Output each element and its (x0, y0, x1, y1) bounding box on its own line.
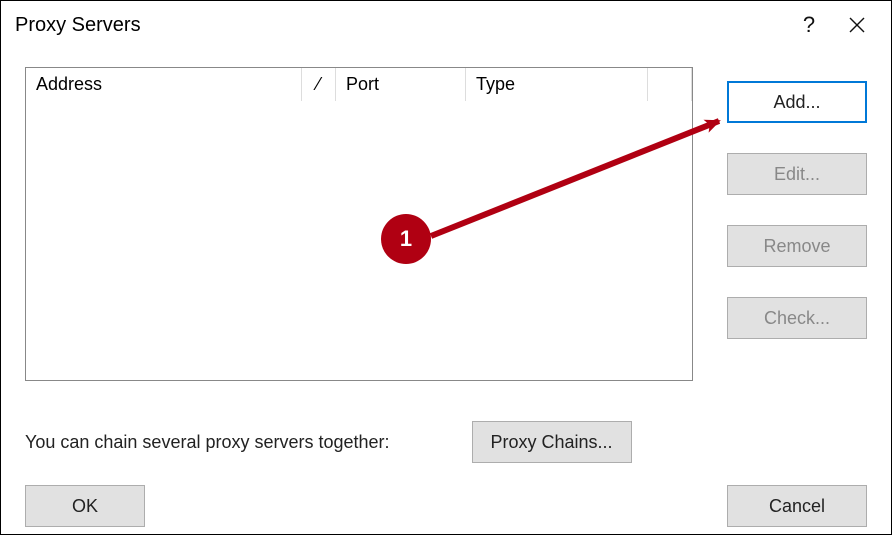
cancel-button[interactable]: Cancel (727, 485, 867, 527)
column-sort-indicator[interactable]: ⁄ (302, 68, 336, 101)
edit-button[interactable]: Edit... (727, 153, 867, 195)
proxy-chains-button[interactable]: Proxy Chains... (472, 421, 632, 463)
ok-button[interactable]: OK (25, 485, 145, 527)
close-icon (849, 17, 865, 33)
column-address[interactable]: Address (26, 68, 302, 101)
sort-asc-icon: ⁄ (317, 75, 320, 93)
chain-hint: You can chain several proxy servers toge… (25, 432, 390, 453)
help-button[interactable]: ? (785, 5, 833, 45)
close-button[interactable] (833, 5, 881, 45)
check-button[interactable]: Check... (727, 297, 867, 339)
proxy-list[interactable]: Address ⁄ Port Type (25, 67, 693, 381)
column-port[interactable]: Port (336, 68, 466, 101)
proxy-servers-dialog: Proxy Servers ? Address ⁄ Port Type (0, 0, 892, 535)
titlebar: Proxy Servers ? (1, 1, 891, 49)
side-button-column: Add... Edit... Remove Check... (727, 67, 867, 381)
client-area: Address ⁄ Port Type Add... Edit... Remov… (1, 49, 891, 534)
add-button[interactable]: Add... (727, 81, 867, 123)
column-spacer (648, 68, 692, 101)
proxy-list-header: Address ⁄ Port Type (26, 68, 692, 102)
column-type[interactable]: Type (466, 68, 648, 101)
remove-button[interactable]: Remove (727, 225, 867, 267)
window-title: Proxy Servers (15, 14, 785, 37)
